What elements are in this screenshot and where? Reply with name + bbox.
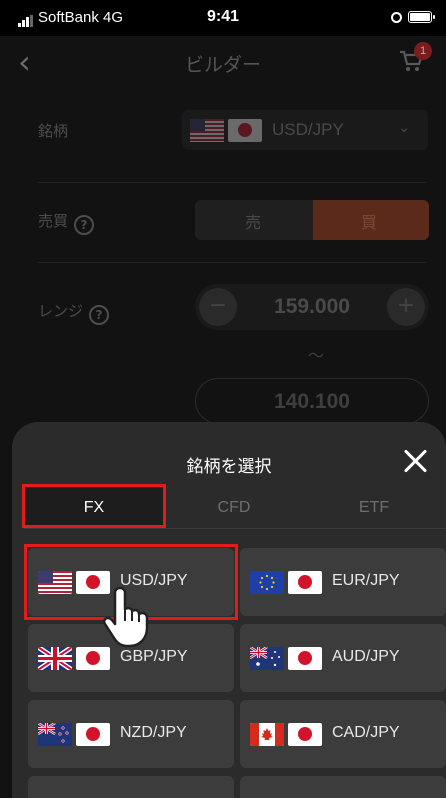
pair-next-row-item[interactable] xyxy=(28,776,234,798)
symbol-value: USD/JPY xyxy=(272,120,344,139)
pair-label: EUR/JPY xyxy=(332,572,400,589)
tap-hand-icon xyxy=(102,586,149,648)
orientation-lock-icon xyxy=(391,11,402,23)
highlight-fx-tab xyxy=(22,484,166,528)
cart-badge: 1 xyxy=(414,42,432,60)
jp-flag-icon xyxy=(288,571,322,594)
status-bar: SoftBank 4G 9:41 xyxy=(0,0,446,36)
range-lower-field[interactable]: 140.100 xyxy=(195,378,429,424)
tab-etf[interactable]: ETF xyxy=(304,488,444,528)
sheet-title: 銘柄を選択 xyxy=(186,457,272,477)
close-icon[interactable] xyxy=(402,448,428,474)
pair-next-row-item[interactable] xyxy=(240,776,446,798)
plus-icon[interactable]: + xyxy=(387,288,425,326)
page-title: ビルダー xyxy=(184,54,261,76)
help-icon[interactable]: ? xyxy=(74,215,95,235)
buy-option[interactable]: 買 xyxy=(313,200,429,240)
side-label: 売買? xyxy=(38,210,95,235)
au-flag-icon xyxy=(250,647,284,670)
nav-bar: ‹ ビルダー 1 xyxy=(0,36,446,90)
pair-label: GBP/JPY xyxy=(120,648,188,665)
pair-nzd-jpy[interactable]: NZD/JPY xyxy=(28,700,234,768)
divider xyxy=(38,182,426,183)
nz-flag-icon xyxy=(38,723,72,746)
divider xyxy=(38,262,426,263)
jp-flag-icon xyxy=(228,119,262,142)
range-lower-value: 140.100 xyxy=(274,390,350,413)
ca-flag-icon xyxy=(250,723,284,746)
symbol-label: 銘柄 xyxy=(38,122,69,140)
tabs-divider xyxy=(24,528,446,529)
help-icon[interactable]: ? xyxy=(89,305,110,325)
chevron-down-icon: ⌄ xyxy=(398,120,410,136)
pair-label: NZD/JPY xyxy=(120,724,187,741)
clock: 9:41 xyxy=(206,8,240,25)
cart-button[interactable]: 1 xyxy=(398,42,432,74)
pair-aud-jpy[interactable]: AUD/JPY xyxy=(240,624,446,692)
range-separator: 〜 xyxy=(308,346,325,365)
uk-flag-icon xyxy=(38,647,72,670)
symbol-select[interactable]: USD/JPY ⌄ xyxy=(182,110,428,150)
jp-flag-icon xyxy=(288,723,322,746)
pair-cad-jpy[interactable]: CAD/JPY xyxy=(240,700,446,768)
side-toggle: 売 買 xyxy=(195,200,429,240)
pair-eur-jpy[interactable]: EUR/JPY xyxy=(240,548,446,616)
pair-label: AUD/JPY xyxy=(332,648,400,665)
us-flag-icon xyxy=(190,119,224,142)
jp-flag-icon xyxy=(76,647,110,670)
range-label: レンジ? xyxy=(38,300,110,325)
tab-cfd[interactable]: CFD xyxy=(164,488,304,528)
sell-option[interactable]: 売 xyxy=(245,209,261,233)
pair-label: CAD/JPY xyxy=(332,724,400,741)
battery-icon xyxy=(408,11,435,23)
range-upper-stepper: − 159.000 + xyxy=(195,284,429,330)
eu-flag-icon xyxy=(250,571,284,594)
symbol-picker-sheet: 銘柄を選択 FX CFD ETF USD/JPY EUR/JPY GBP/JPY… xyxy=(12,422,446,798)
jp-flag-icon xyxy=(288,647,322,670)
jp-flag-icon xyxy=(76,723,110,746)
